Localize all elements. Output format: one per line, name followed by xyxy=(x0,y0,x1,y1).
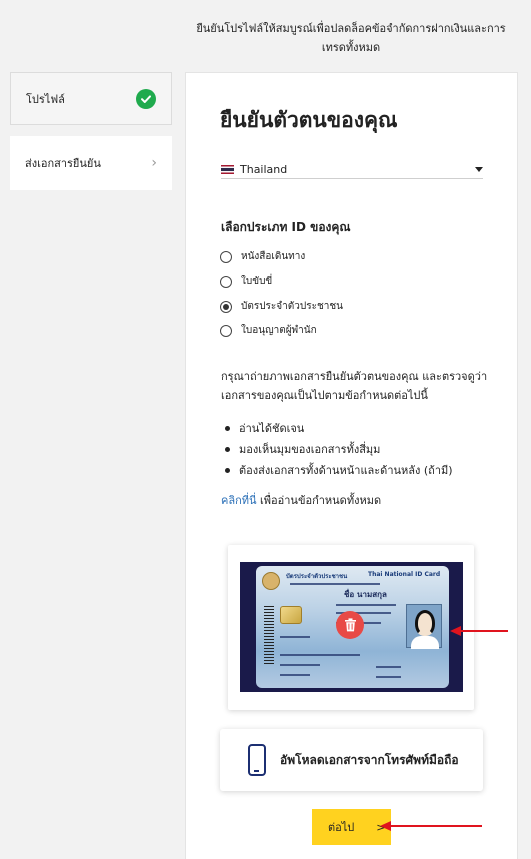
list-item: ต้องส่งเอกสารทั้งด้านหน้าและด้านหลัง (ถ้… xyxy=(225,460,453,481)
terms-line: คลิกที่นี่ เพื่ออ่านข้อกำหนดทั้งหมด xyxy=(221,491,381,509)
annotation-arrow-icon xyxy=(450,626,508,636)
sidebar-step-profile[interactable]: โปรไฟล์ xyxy=(10,72,172,125)
id-type-heading: เลือกประเภท ID ของคุณ xyxy=(221,220,351,234)
upload-from-mobile-button[interactable]: อัพโหลดเอกสารจากโทรศัพท์มือถือ xyxy=(220,729,483,791)
thailand-flag-icon xyxy=(221,164,234,174)
instructions-text: กรุณาถ่ายภาพเอกสารยืนยันตัวตนของคุณ และต… xyxy=(221,370,488,402)
id-card-name: ชื่อ นามสกุล xyxy=(344,590,387,599)
next-button-label: ต่อไป xyxy=(328,821,355,834)
chevron-right-icon: › xyxy=(151,155,157,171)
country-select[interactable]: Thailand xyxy=(221,160,483,179)
radio-button-selected[interactable] xyxy=(220,300,232,313)
check-circle-icon xyxy=(136,88,156,109)
emblem-icon xyxy=(262,572,280,590)
id-type-option-residence-permit[interactable]: ใบอนุญาตผู้พำนัก xyxy=(220,323,317,338)
sidebar-step-label: โปรไฟล์ xyxy=(26,92,65,106)
id-text-line xyxy=(280,664,320,666)
delete-document-button[interactable] xyxy=(336,611,364,639)
id-type-option-national-id[interactable]: บัตรประจำตัวประชาชน xyxy=(220,299,343,314)
uploaded-document-preview: บัตรประจำตัวประชาชน Thai National ID Car… xyxy=(228,545,474,710)
id-card-header-th: บัตรประจำตัวประชาชน xyxy=(286,573,348,580)
portrait-face xyxy=(415,610,435,636)
terms-text: เพื่ออ่านข้อกำหนดทั้งหมด xyxy=(260,494,382,507)
id-text-line xyxy=(280,674,310,676)
requirements-list: อ่านได้ชัดเจน มองเห็นมุมของเอกสารทั้งสี่… xyxy=(225,418,453,481)
portrait-photo xyxy=(406,604,442,649)
radio-button[interactable] xyxy=(220,324,232,337)
mobile-phone-icon xyxy=(248,744,266,776)
id-type-label: ใบอนุญาตผู้พำนัก xyxy=(241,325,317,336)
id-type-option-passport[interactable]: หนังสือเดินทาง xyxy=(220,249,305,264)
list-item: อ่านได้ชัดเจน xyxy=(225,418,453,439)
trash-icon xyxy=(344,618,356,632)
id-text-line xyxy=(376,666,401,668)
id-type-label: หนังสือเดินทาง xyxy=(241,251,306,262)
id-card-image: บัตรประจำตัวประชาชน Thai National ID Car… xyxy=(240,562,463,692)
country-value: Thailand xyxy=(240,162,288,176)
caret-down-icon xyxy=(475,166,483,172)
chip-icon xyxy=(280,606,302,624)
barcode xyxy=(264,606,274,666)
terms-link[interactable]: คลิกที่นี่ xyxy=(221,494,257,507)
radio-button[interactable] xyxy=(220,250,232,263)
list-item: มองเห็นมุมของเอกสารทั้งสี่มุม xyxy=(225,439,453,460)
sidebar-step-documents[interactable]: ส่งเอกสารยืนยัน › xyxy=(10,136,172,190)
id-type-label: ใบขับขี่ xyxy=(241,276,273,287)
id-text-line xyxy=(280,636,310,638)
id-type-label: บัตรประจำตัวประชาชน xyxy=(241,301,344,312)
id-text-line xyxy=(376,676,401,678)
id-card-header-en: Thai National ID Card xyxy=(368,571,441,578)
id-text-line xyxy=(290,583,380,585)
annotation-arrow-icon xyxy=(380,821,482,831)
id-type-option-driver-license[interactable]: ใบขับขี่ xyxy=(220,274,272,289)
sidebar-step-label: ส่งเอกสารยืนยัน xyxy=(25,157,101,170)
radio-button[interactable] xyxy=(220,275,232,288)
upload-from-mobile-label: อัพโหลดเอกสารจากโทรศัพท์มือถือ xyxy=(280,752,459,767)
verification-notice: ยืนยันโปรไฟล์ให้สมบูรณ์เพื่อปลดล็อคข้อจำ… xyxy=(196,22,506,54)
page-title: ยืนยันตัวตนของคุณ xyxy=(220,108,398,132)
id-text-line xyxy=(336,604,396,606)
id-text-line xyxy=(280,654,360,656)
portrait-body xyxy=(411,636,439,649)
